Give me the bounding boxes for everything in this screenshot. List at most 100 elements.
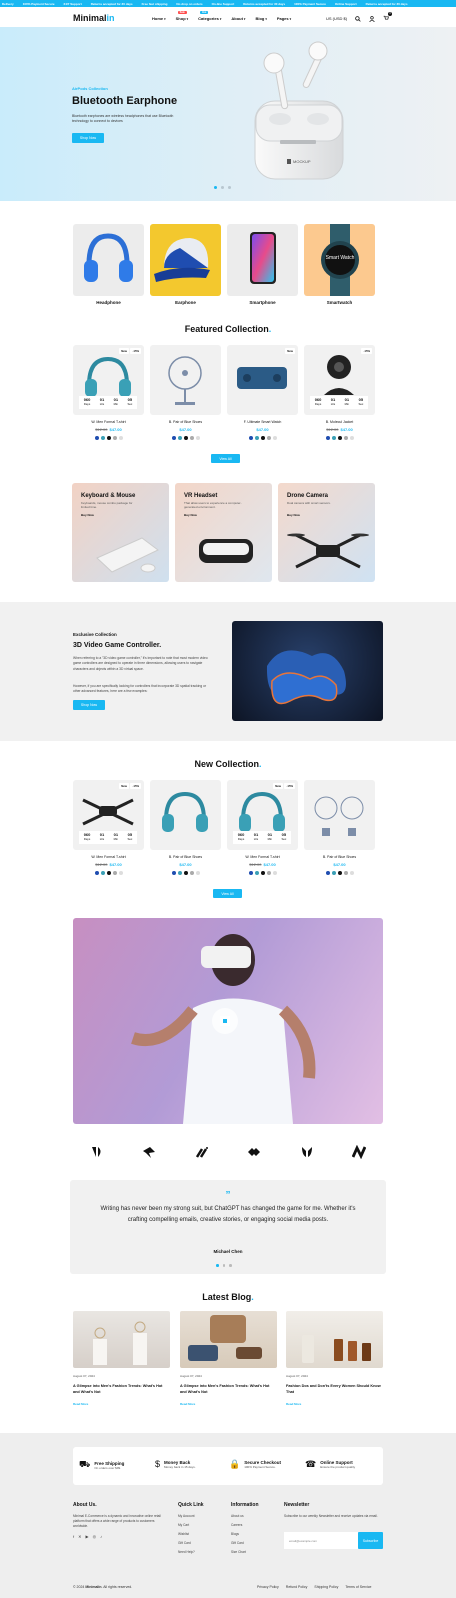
footer-link[interactable]: Careers xyxy=(231,1523,259,1527)
color-swatch[interactable] xyxy=(266,871,271,875)
color-swatch[interactable] xyxy=(325,436,330,440)
product-card[interactable]: New xyxy=(227,345,298,415)
product-card[interactable]: -15% 060 Days 01 Hrs 01 Min 05 Sec xyxy=(304,345,375,415)
product-card[interactable] xyxy=(150,345,221,415)
color-swatch[interactable] xyxy=(195,871,200,875)
footer-link[interactable]: Wishlist xyxy=(178,1532,204,1536)
user-icon[interactable] xyxy=(369,15,375,22)
promo-link[interactable]: Buy Now xyxy=(184,513,197,517)
nav-item-pages[interactable]: Pages▾ xyxy=(277,16,291,21)
blog-read-more-link[interactable]: Read More xyxy=(73,1402,88,1406)
promo-keyboard[interactable]: Keyboard & Mouse Keyboards, mouse combo … xyxy=(72,483,169,582)
category-smartwatch[interactable]: Smart Watch xyxy=(304,224,375,296)
footer-link[interactable]: Blogs xyxy=(231,1532,259,1536)
play-button[interactable] xyxy=(212,1008,238,1034)
nav-item-categories[interactable]: Categories▾ Hot xyxy=(198,11,221,21)
footer-link[interactable]: My Account xyxy=(178,1514,204,1518)
policy-link[interactable]: Shipping Policy xyxy=(314,1585,338,1589)
color-swatch[interactable] xyxy=(248,436,253,440)
product-card[interactable] xyxy=(304,780,375,850)
product-card[interactable]: New -15% 060 Days 01 Hrs 01 Min 05 Sec xyxy=(73,345,144,415)
blog-image-3[interactable] xyxy=(286,1311,383,1368)
blog-image-1[interactable] xyxy=(73,1311,170,1368)
color-swatch[interactable] xyxy=(183,436,188,440)
product-card[interactable]: New -15% 060 Days 01 Hrs 01 Min 05 Sec xyxy=(73,780,144,850)
blog-post-title[interactable]: Fashion Dos and Don'ts Every Women Shoul… xyxy=(286,1384,382,1395)
footer-link[interactable]: Gift Card xyxy=(231,1541,259,1545)
blog-image-2[interactable] xyxy=(180,1311,277,1368)
color-swatch[interactable] xyxy=(272,436,277,440)
testimonial-dots[interactable] xyxy=(216,1264,232,1267)
policy-link[interactable]: Refund Policy xyxy=(286,1585,308,1589)
slider-dot[interactable] xyxy=(222,1264,225,1267)
color-swatch[interactable] xyxy=(112,871,117,875)
color-swatch[interactable] xyxy=(94,871,99,875)
product-title[interactable]: B. Pair of Blue Shoes xyxy=(150,420,221,424)
hero-shop-button[interactable]: Shop Now xyxy=(72,133,104,143)
blog-post-title[interactable]: A Glimpse into Men's Fashion Trends: Wha… xyxy=(73,1384,169,1395)
color-swatch[interactable] xyxy=(106,871,111,875)
instagram-icon[interactable]: ◎ xyxy=(93,1534,97,1539)
color-swatch[interactable] xyxy=(254,436,259,440)
color-swatch[interactable] xyxy=(337,871,342,875)
youtube-icon[interactable]: ▶ xyxy=(85,1534,88,1539)
color-swatch[interactable] xyxy=(118,871,123,875)
color-swatch[interactable] xyxy=(266,436,271,440)
color-swatch[interactable] xyxy=(112,436,117,440)
color-swatch[interactable] xyxy=(183,871,188,875)
featured-view-all-button[interactable]: View All xyxy=(211,454,240,463)
category-headphone[interactable] xyxy=(73,224,144,296)
slider-dot[interactable] xyxy=(221,186,224,189)
tiktok-icon[interactable]: ♪ xyxy=(100,1534,102,1539)
site-logo[interactable]: Minimalin xyxy=(73,13,115,23)
hero-slider-dots[interactable] xyxy=(214,186,231,189)
color-swatch[interactable] xyxy=(189,436,194,440)
color-swatch[interactable] xyxy=(254,871,259,875)
color-swatch[interactable] xyxy=(195,436,200,440)
twitter-icon[interactable]: ✕ xyxy=(78,1534,81,1539)
color-swatch[interactable] xyxy=(343,871,348,875)
promo-link[interactable]: Buy Now xyxy=(287,513,300,517)
cart-button[interactable]: 0 xyxy=(383,12,393,22)
color-swatch[interactable] xyxy=(118,436,123,440)
new-collection-view-all-button[interactable]: View All xyxy=(213,889,242,898)
slider-dot[interactable] xyxy=(229,1264,232,1267)
nav-item-home[interactable]: Home▾ xyxy=(152,16,166,21)
policy-link[interactable]: Terms of Service xyxy=(345,1585,371,1589)
nav-item-shop[interactable]: Shop▾ Sale xyxy=(176,11,188,21)
color-swatch[interactable] xyxy=(349,436,354,440)
color-swatch[interactable] xyxy=(325,871,330,875)
nav-item-blog[interactable]: Blog▾ xyxy=(255,16,266,21)
subscribe-button[interactable]: Subscribe xyxy=(358,1532,383,1549)
color-swatch[interactable] xyxy=(337,436,342,440)
product-title[interactable]: W. Men Formal T-shirt xyxy=(73,420,144,424)
slider-dot-active[interactable] xyxy=(216,1264,219,1267)
category-smartphone[interactable] xyxy=(227,224,298,296)
promo-vr-headset[interactable]: VR Headset That allow users to experienc… xyxy=(175,483,272,582)
footer-link[interactable]: Gift Card xyxy=(178,1541,204,1545)
search-icon[interactable] xyxy=(355,15,361,22)
color-swatch[interactable] xyxy=(260,436,265,440)
facebook-icon[interactable]: f xyxy=(73,1534,74,1539)
promo-link[interactable]: Buy Now xyxy=(81,513,94,517)
blog-post-title[interactable]: A Glimpse into Men's Fashion Trends: Wha… xyxy=(180,1384,276,1395)
color-swatch[interactable] xyxy=(171,436,176,440)
policy-link[interactable]: Privacy Policy xyxy=(257,1585,279,1589)
color-swatch[interactable] xyxy=(171,871,176,875)
color-swatch[interactable] xyxy=(189,871,194,875)
color-swatch[interactable] xyxy=(349,871,354,875)
slider-dot[interactable] xyxy=(228,186,231,189)
color-swatch[interactable] xyxy=(260,871,265,875)
footer-link[interactable]: Size Chart xyxy=(231,1550,259,1554)
blog-read-more-link[interactable]: Read More xyxy=(180,1402,195,1406)
color-swatch[interactable] xyxy=(248,871,253,875)
nav-item-about[interactable]: About▾ xyxy=(231,16,245,21)
blog-read-more-link[interactable]: Read More xyxy=(286,1402,301,1406)
color-swatch[interactable] xyxy=(100,436,105,440)
color-swatch[interactable] xyxy=(343,436,348,440)
product-title[interactable]: F. Ultimate Smart Watch xyxy=(227,420,298,424)
color-swatch[interactable] xyxy=(272,871,277,875)
color-swatch[interactable] xyxy=(100,871,105,875)
color-swatch[interactable] xyxy=(177,871,182,875)
product-card[interactable]: New -15% 060 Days 01 Hrs 01 Min 05 Sec xyxy=(227,780,298,850)
